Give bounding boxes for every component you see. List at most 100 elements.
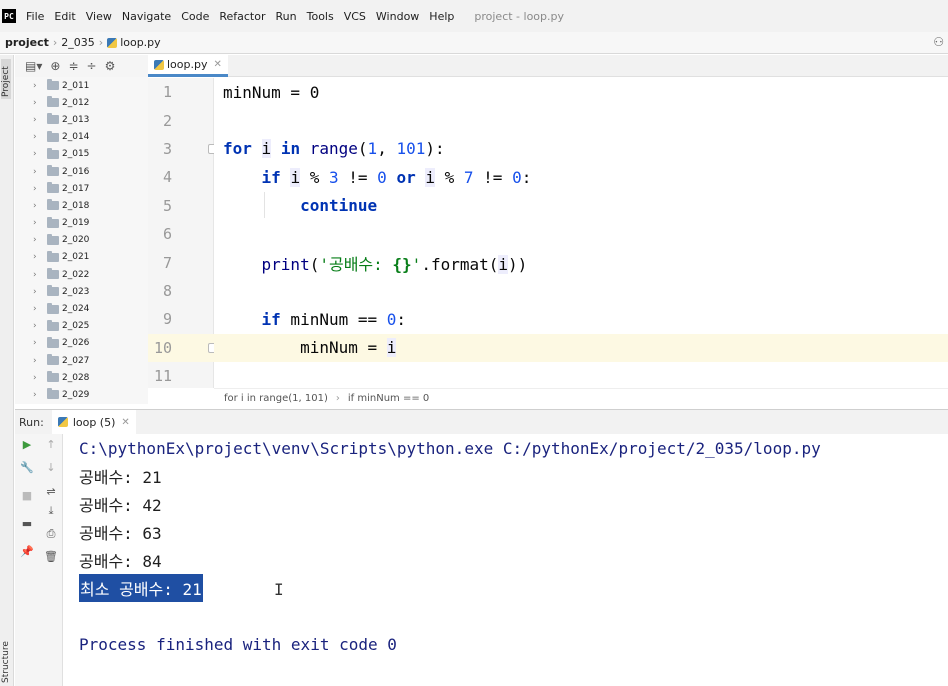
chevron-right-icon[interactable]: › <box>33 201 47 211</box>
console-output[interactable]: C:\pythonEx\project\venv\Scripts\python.… <box>64 434 948 686</box>
breadcrumb-for[interactable]: for i in range(1, 101) <box>224 393 328 404</box>
breadcrumb-file[interactable]: loop.py <box>120 36 161 49</box>
tree-folder[interactable]: › 2_017 <box>15 180 148 197</box>
soft-wrap-icon[interactable]: ⇌ <box>44 484 58 498</box>
tree-folder[interactable]: › 2_024 <box>15 300 148 317</box>
menu-window[interactable]: Window <box>376 10 419 23</box>
keyword: if <box>261 167 281 187</box>
menu-file[interactable]: File <box>26 10 44 23</box>
chevron-right-icon[interactable]: › <box>33 235 47 245</box>
console-line-selected: 최소 공배수: 21 <box>79 574 203 602</box>
arrow-up-icon[interactable]: ↑ <box>44 437 58 451</box>
chevron-right-icon[interactable]: › <box>33 81 47 91</box>
chevron-right-icon[interactable]: › <box>33 167 47 177</box>
code-text: minNum = i <box>223 338 397 358</box>
tree-folder[interactable]: › 2_022 <box>15 266 148 283</box>
chevron-right-icon[interactable]: › <box>33 270 47 280</box>
chevron-right-icon[interactable]: › <box>33 390 47 400</box>
gear-icon[interactable]: ⚙ <box>105 59 116 73</box>
tab-label: loop.py <box>167 58 208 71</box>
menu-vcs[interactable]: VCS <box>344 10 366 23</box>
code-fragment: minNum = <box>300 338 387 358</box>
tree-folder[interactable]: › 2_028 <box>15 369 148 386</box>
expand-icon[interactable]: ÷ <box>87 59 97 73</box>
menu-bar: PC File Edit View Navigate Code Refactor… <box>0 0 948 32</box>
user-icon[interactable]: ⚇ <box>933 35 944 49</box>
rerun-icon[interactable]: ▶ <box>20 437 34 451</box>
chevron-right-icon[interactable]: › <box>33 184 47 194</box>
tree-folder[interactable]: › 2_011 <box>15 77 148 94</box>
console-line: Process finished with exit code 0 <box>79 634 397 654</box>
chevron-right-icon[interactable]: › <box>33 149 47 159</box>
breadcrumb-if[interactable]: if minNum == 0 <box>348 393 429 404</box>
menu-edit[interactable]: Edit <box>54 10 75 23</box>
menu-tools[interactable]: Tools <box>307 10 334 23</box>
menu-refactor[interactable]: Refactor <box>219 10 265 23</box>
chevron-right-icon[interactable]: › <box>33 321 47 331</box>
chevron-right-icon[interactable]: › <box>33 252 47 262</box>
string-format: {} <box>392 254 412 274</box>
pycharm-logo-icon[interactable]: PC <box>2 9 16 23</box>
folder-label: 2_019 <box>62 218 90 229</box>
chevron-right-icon[interactable]: › <box>33 356 47 366</box>
menu-help[interactable]: Help <box>429 10 454 23</box>
arrow-down-icon[interactable]: ↓ <box>44 460 58 474</box>
project-tool-tab[interactable]: Project <box>1 59 11 99</box>
chevron-right-icon[interactable]: › <box>33 132 47 142</box>
menu-run[interactable]: Run <box>276 10 297 23</box>
menu-view[interactable]: View <box>86 10 112 23</box>
tree-folder[interactable]: › 2_015 <box>15 146 148 163</box>
run-toolbar: ▶ ↑ 🔧 ↓ ■ ⇌ ⤓ ▬ ⎙ 📌 🗑 <box>15 434 63 686</box>
breadcrumb-folder[interactable]: 2_035 <box>61 36 95 49</box>
wrench-icon[interactable]: 🔧 <box>20 460 34 474</box>
layout-icon[interactable]: ▬ <box>20 516 34 530</box>
chevron-right-icon[interactable]: › <box>33 115 47 125</box>
tab-loop-py[interactable]: loop.py ✕ <box>148 55 228 77</box>
chevron-right-icon[interactable]: › <box>33 304 47 314</box>
chevron-right-icon[interactable]: › <box>33 218 47 228</box>
variable: i <box>386 338 397 358</box>
tree-folder[interactable]: › 2_023 <box>15 283 148 300</box>
tree-folder[interactable]: › 2_018 <box>15 197 148 214</box>
tree-folder[interactable]: › 2_025 <box>15 318 148 335</box>
stop-icon[interactable]: ■ <box>20 488 34 502</box>
menu-navigate[interactable]: Navigate <box>122 10 171 23</box>
tree-folder[interactable]: › 2_014 <box>15 129 148 146</box>
tree-folder[interactable]: › 2_026 <box>15 335 148 352</box>
close-icon[interactable]: ✕ <box>214 59 222 70</box>
collapse-all-icon[interactable]: ≑ <box>68 59 78 73</box>
breadcrumb-project[interactable]: project <box>5 36 49 49</box>
tree-folder[interactable]: › 2_020 <box>15 232 148 249</box>
tree-folder[interactable]: › 2_029 <box>15 386 148 403</box>
line-number: 11 <box>153 367 172 386</box>
punct: : <box>521 167 532 187</box>
punct: , <box>377 139 397 159</box>
tree-folder[interactable]: › 2_019 <box>15 215 148 232</box>
selected-text: 최소 공배수: 21 <box>79 574 203 602</box>
print-icon[interactable]: ⎙ <box>44 527 58 541</box>
chevron-right-icon[interactable]: › <box>33 373 47 383</box>
trash-icon[interactable]: 🗑 <box>44 549 58 563</box>
string: '공배수: <box>319 254 393 274</box>
code-editor[interactable]: minNum = 0 for i in range(1, 101): if i … <box>214 78 948 388</box>
tree-folder[interactable]: › 2_027 <box>15 352 148 369</box>
number: 101 <box>396 139 426 159</box>
scroll-to-end-icon[interactable]: ⤓ <box>44 504 58 518</box>
menu-code[interactable]: Code <box>181 10 209 23</box>
tree-folder[interactable]: › 2_013 <box>15 111 148 128</box>
close-icon[interactable]: ✕ <box>121 417 129 428</box>
chevron-right-icon[interactable]: › <box>33 338 47 348</box>
tree-folder[interactable]: › 2_016 <box>15 163 148 180</box>
view-dropdown-icon[interactable]: ▤▾ <box>25 59 42 73</box>
folder-label: 2_020 <box>62 235 90 246</box>
locate-icon[interactable]: ⊕ <box>50 59 60 73</box>
tree-folder[interactable]: › 2_021 <box>15 249 148 266</box>
structure-tool-tab[interactable]: Structure <box>1 627 11 683</box>
line-number: 8 <box>162 281 172 300</box>
chevron-right-icon[interactable]: › <box>33 98 47 108</box>
run-tab-loop[interactable]: loop (5) ✕ <box>51 409 136 435</box>
chevron-right-icon[interactable]: › <box>33 287 47 297</box>
tree-folder[interactable]: › 2_012 <box>15 94 148 111</box>
pin-icon[interactable]: 📌 <box>20 544 34 558</box>
